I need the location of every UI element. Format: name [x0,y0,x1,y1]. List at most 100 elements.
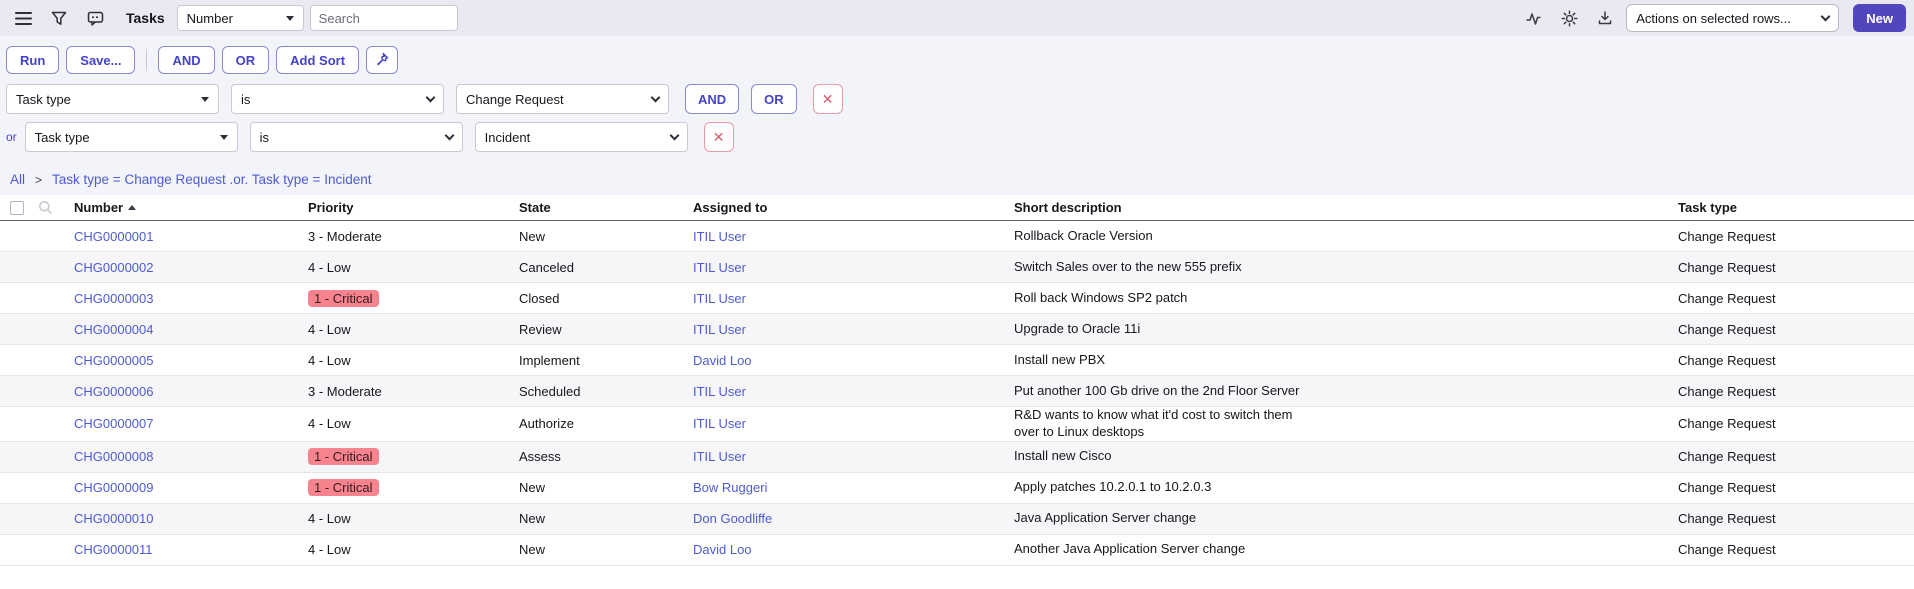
column-header-short-description[interactable]: Short description [1014,200,1678,215]
menu-icon [14,11,32,25]
table-row: CHG0000010 4 - Low New Don Goodliffe Jav… [0,503,1914,535]
column-header-number-label: Number [74,200,124,215]
condition-row-2: or Task type is Incident ✕ [6,122,1908,152]
triangle-down-icon [285,15,294,21]
table-row: CHG0000005 4 - Low Implement David Loo I… [0,345,1914,376]
condition-1-field-select[interactable]: Task type [6,84,219,114]
row-task-type: Change Request [1678,511,1776,527]
row-task-type: Change Request [1678,416,1776,432]
row-task-type: Change Request [1678,352,1776,368]
or-button[interactable]: OR [221,46,270,74]
column-header-assigned-to[interactable]: Assigned to [693,200,1014,215]
table-row: CHG0000001 3 - Moderate New ITIL User Ro… [0,221,1914,252]
condition-1-or-button[interactable]: OR [751,84,797,114]
chat-button[interactable] [80,4,110,32]
condition-2-value-select[interactable]: Incident [474,122,688,152]
row-number-link[interactable]: CHG0000007 [74,416,154,431]
condition-2-operator-select[interactable]: is [249,122,463,152]
add-sort-button[interactable]: Add Sort [276,46,360,74]
row-task-type: Change Request [1678,449,1776,465]
new-button[interactable]: New [1853,4,1906,32]
row-number-link[interactable]: CHG0000005 [74,353,154,368]
chevron-down-icon [669,130,680,141]
row-number-link[interactable]: CHG0000001 [74,229,154,244]
condition-1-value-select[interactable]: Change Request [456,84,669,114]
table-row: CHG0000009 1 - Critical New Bow Ruggeri … [0,472,1914,504]
row-priority: 4 - Low [308,542,351,558]
column-header-number[interactable]: Number [74,200,308,215]
activity-button[interactable] [1518,4,1548,32]
row-priority: 1 - Critical [308,289,379,307]
filter-toggle-button[interactable] [44,4,74,32]
row-assigned-to-link[interactable]: ITIL User [693,416,746,431]
row-number-link[interactable]: CHG0000010 [74,511,154,526]
row-assigned-to-link[interactable]: ITIL User [693,291,746,306]
settings-button[interactable] [1554,4,1584,32]
select-all-checkbox[interactable] [10,200,24,215]
table-row: CHG0000011 4 - Low New David Loo Another… [0,534,1914,566]
table-row: CHG0000007 4 - Low Authorize ITIL User R… [0,407,1914,442]
row-assigned-to-link[interactable]: ITIL User [693,384,746,399]
table-row: CHG0000008 1 - Critical Assess ITIL User… [0,441,1914,473]
and-button[interactable]: AND [158,46,215,74]
row-number-link[interactable]: CHG0000004 [74,322,154,337]
row-assigned-to-link[interactable]: ITIL User [693,229,746,244]
actions-dropdown[interactable]: Actions on selected rows... [1626,4,1840,32]
row-short-description: Apply patches 10.2.0.1 to 10.2.0.3 [1014,479,1212,495]
search-field-select[interactable]: Number [176,5,304,31]
activity-icon [1525,11,1542,26]
search-input[interactable] [309,5,458,31]
breadcrumb-query-link[interactable]: Task type = Change Request .or. Task typ… [52,172,371,187]
row-assigned-to-link[interactable]: ITIL User [693,260,746,275]
condition-2-field-select[interactable]: Task type [24,122,238,152]
condition-1-and-button[interactable]: AND [685,84,740,114]
search-icon [38,200,53,215]
breadcrumb-all-link[interactable]: All [10,172,25,187]
row-number-link[interactable]: CHG0000003 [74,291,154,306]
row-assigned-to-link[interactable]: ITIL User [693,449,746,464]
row-assigned-to-link[interactable]: ITIL User [693,322,746,337]
column-header-task-type[interactable]: Task type [1678,200,1914,215]
filter-toolbar: Run Save... AND OR Add Sort [6,46,1908,74]
close-icon: ✕ [712,128,725,145]
triangle-down-icon [201,96,209,102]
condition-2-remove-button[interactable]: ✕ [703,122,734,152]
breadcrumb: All > Task type = Change Request .or. Ta… [0,162,1914,195]
table-row: CHG0000004 4 - Low Review ITIL User Upgr… [0,314,1914,345]
row-priority: 3 - Moderate [308,228,382,244]
menu-button[interactable] [8,4,38,32]
condition-2-field-value: Task type [34,129,90,145]
condition-2-value: Incident [484,129,531,145]
save-button[interactable]: Save... [66,46,136,74]
row-assigned-to-link[interactable]: David Loo [693,353,752,368]
pin-filter-button[interactable] [366,46,399,74]
row-number-link[interactable]: CHG0000002 [74,260,154,275]
row-short-description: R&D wants to know what it'd cost to swit… [1014,407,1293,439]
condition-1-remove-button[interactable]: ✕ [812,84,843,114]
row-state: Canceled [519,259,574,275]
row-priority: 1 - Critical [308,479,379,497]
row-assigned-to-link[interactable]: David Loo [693,542,752,557]
condition-1-operator-select[interactable]: is [231,84,444,114]
column-search-button[interactable] [34,197,56,219]
condition-row-1: Task type is Change Request AND OR ✕ [6,84,1908,114]
row-state: Implement [519,352,580,368]
row-assigned-to-link[interactable]: Don Goodliffe [693,511,772,526]
column-header-state[interactable]: State [519,200,693,215]
row-state: New [519,228,546,244]
row-state: Assess [519,449,561,465]
column-header-priority[interactable]: Priority [308,200,519,215]
row-number-link[interactable]: CHG0000009 [74,480,154,495]
row-number-link[interactable]: CHG0000006 [74,384,154,399]
row-short-description: Switch Sales over to the new 555 prefix [1014,258,1242,274]
top-bar: Tasks Number Actions on selected rows...… [0,0,1914,36]
row-number-link[interactable]: CHG0000008 [74,449,154,464]
row-priority: 4 - Low [308,416,351,432]
run-button[interactable]: Run [6,46,60,74]
row-number-link[interactable]: CHG0000011 [74,542,153,557]
row-assigned-to-link[interactable]: Bow Ruggeri [693,480,767,495]
row-task-type: Change Request [1678,290,1776,306]
row-priority: 4 - Low [308,511,351,527]
download-button[interactable] [1590,4,1620,32]
condition-1-operator-value: is [241,91,251,107]
